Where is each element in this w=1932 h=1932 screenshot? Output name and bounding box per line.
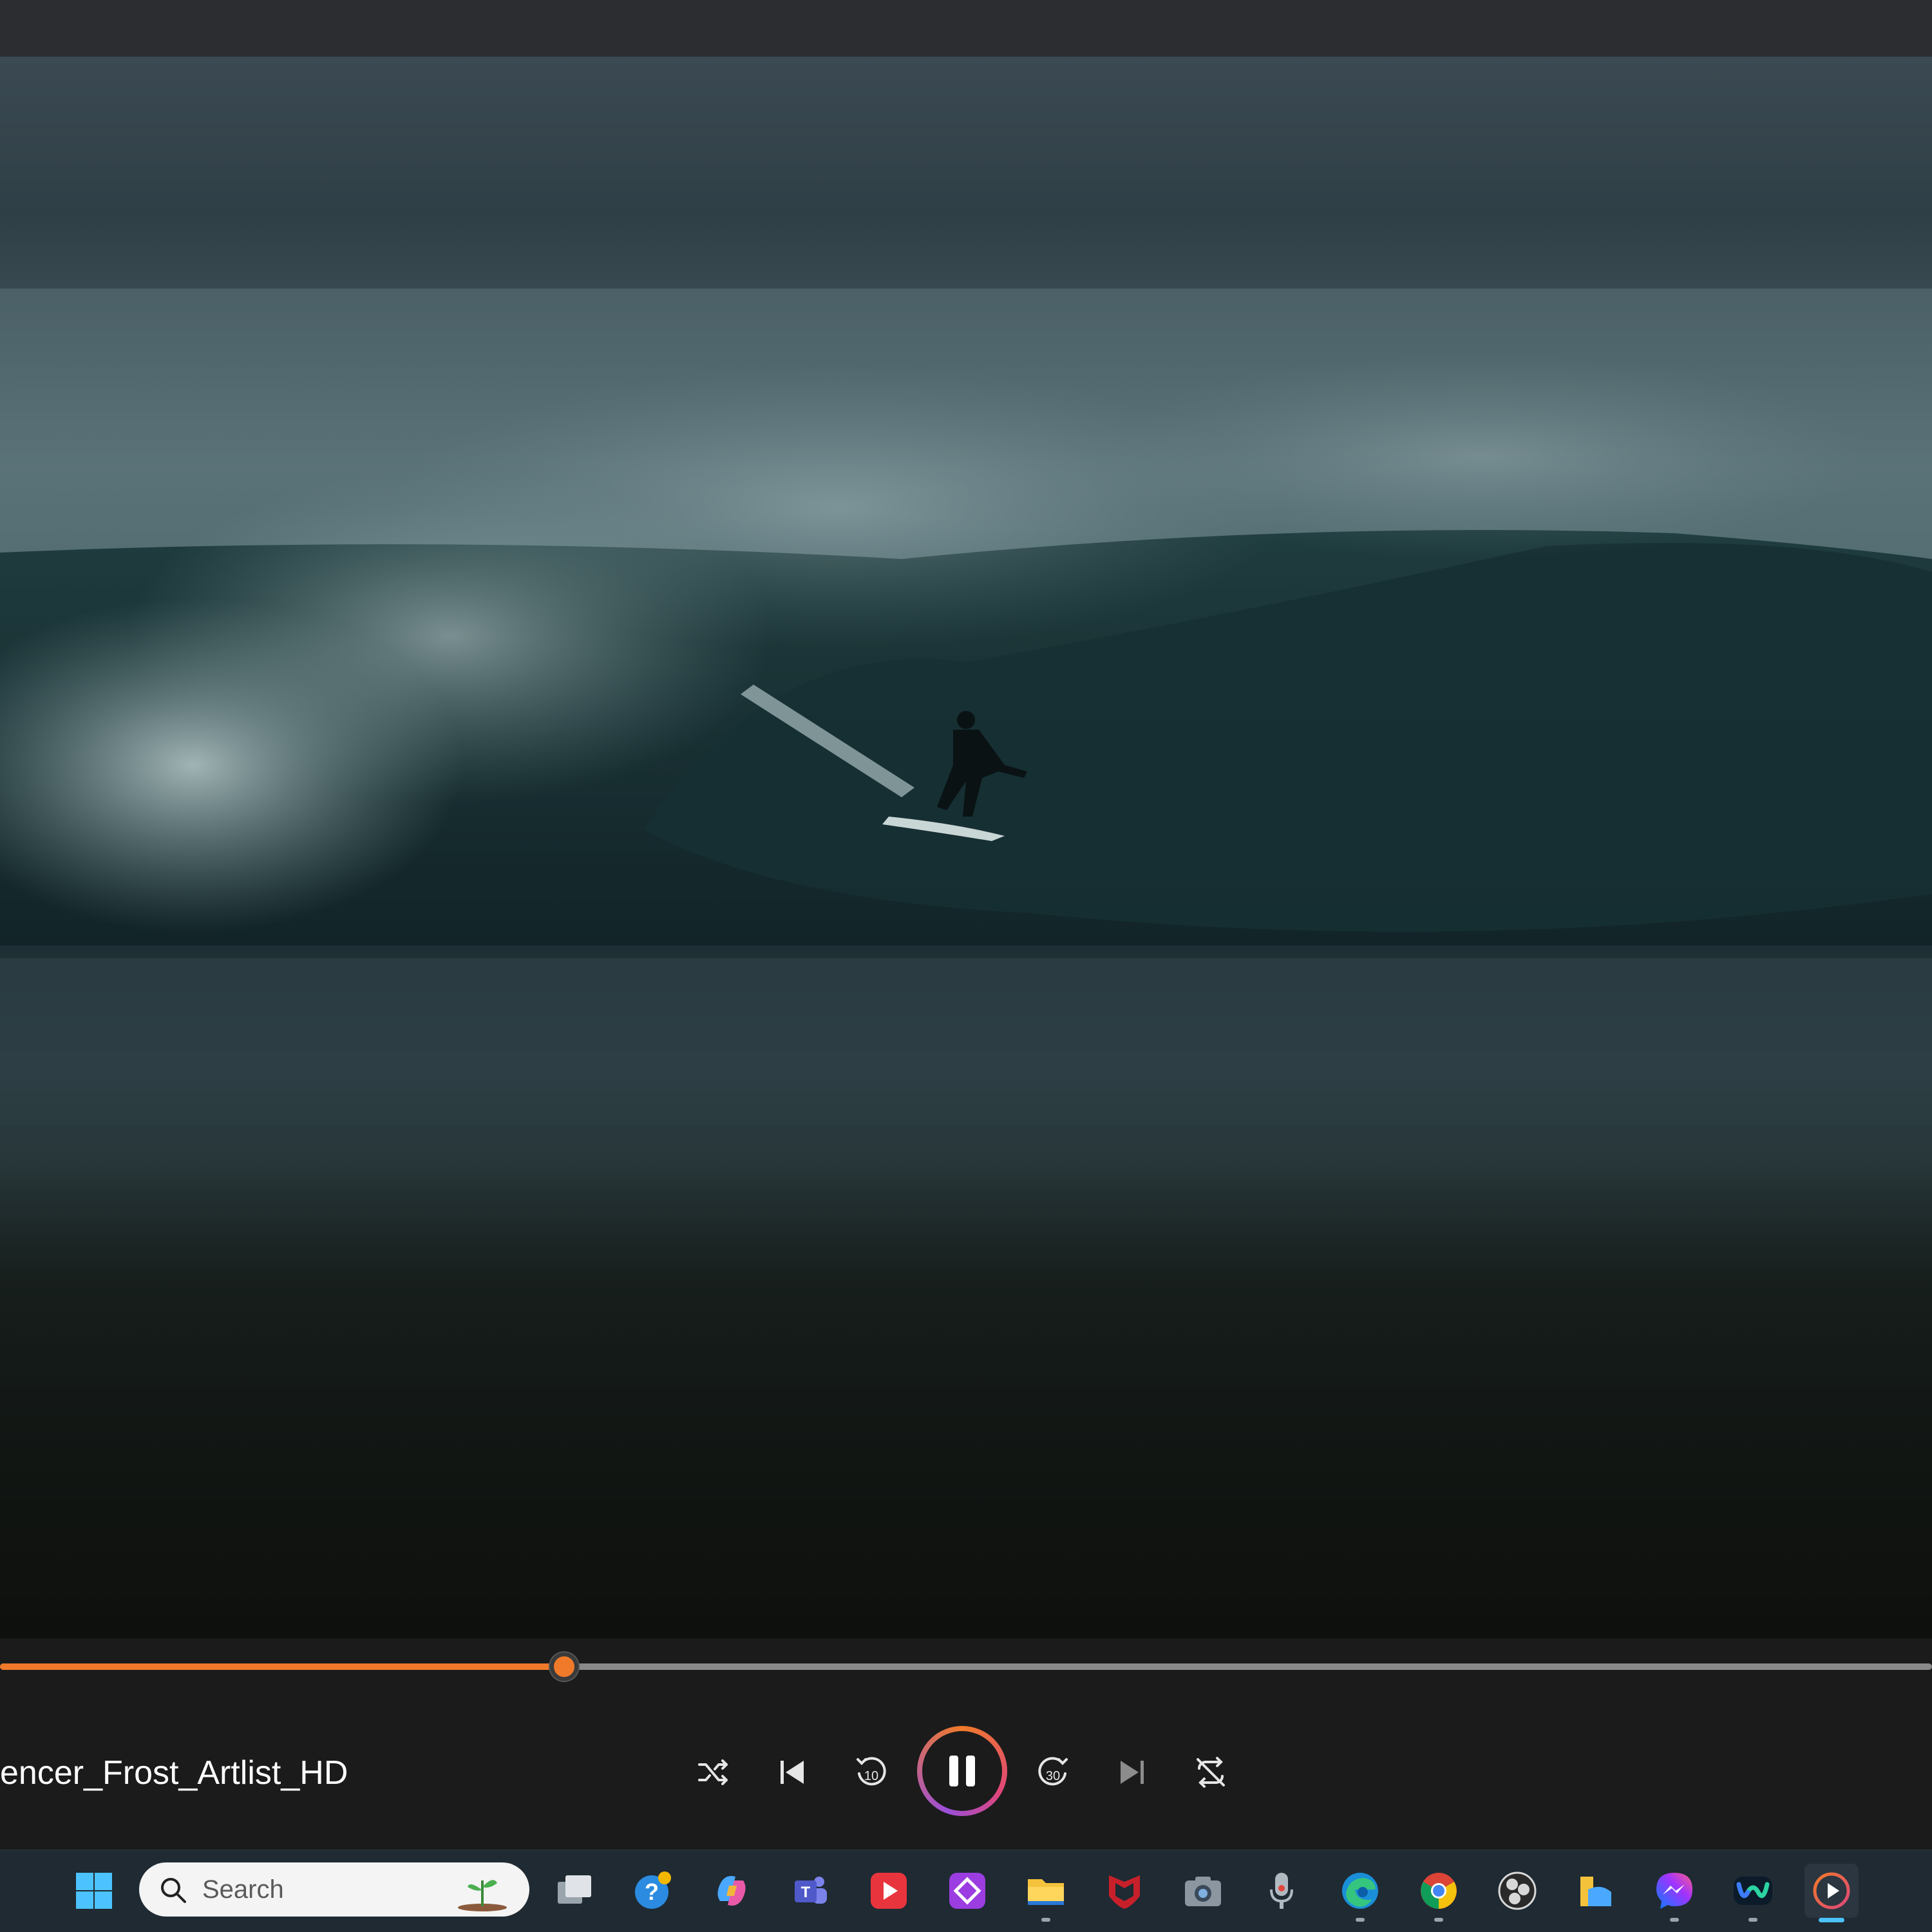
next-icon (1121, 1761, 1144, 1784)
taskbar-search[interactable]: Search (139, 1862, 529, 1917)
messenger-icon (1656, 1873, 1692, 1909)
rewind-label: 10 (864, 1769, 878, 1783)
taskbar-files-alt[interactable] (1569, 1864, 1623, 1918)
chrome-icon (1421, 1873, 1457, 1909)
taskbar-media-red[interactable] (862, 1864, 916, 1918)
forward-30-icon: 30 (1038, 1757, 1068, 1786)
teams-icon: T (795, 1877, 827, 1904)
webex-running-indicator (1748, 1918, 1757, 1922)
shuffle-button[interactable] (688, 1747, 739, 1798)
video-surface[interactable] (0, 57, 1932, 1638)
start-button[interactable] (67, 1864, 121, 1918)
taskbar-teams[interactable]: T (783, 1864, 837, 1918)
plant-highlight-icon (458, 1880, 507, 1911)
forward-button[interactable]: 30 (1028, 1747, 1079, 1798)
taskbar-chrome[interactable] (1412, 1864, 1466, 1918)
previous-icon (781, 1761, 804, 1784)
next-button[interactable] (1106, 1747, 1158, 1798)
taskbar-file-explorer[interactable] (1019, 1864, 1073, 1918)
seek-thumb[interactable] (550, 1653, 578, 1681)
taskbar-mcafee[interactable] (1097, 1864, 1151, 1918)
svg-text:?: ? (645, 1879, 659, 1905)
repeat-off-icon (1197, 1757, 1225, 1788)
taskbar-webex[interactable] (1726, 1864, 1780, 1918)
taskbar-task-view[interactable] (547, 1864, 601, 1918)
obs-icon (1498, 1871, 1537, 1910)
forward-label: 30 (1046, 1769, 1060, 1783)
windows-logo-icon (76, 1873, 112, 1909)
copilot-icon (717, 1876, 746, 1906)
seek-progress (0, 1663, 564, 1670)
purple-diamond-icon (949, 1873, 985, 1909)
pause-icon (922, 1731, 1002, 1811)
rewind-10-icon: 10 (857, 1757, 886, 1786)
files-folder-icon (1580, 1877, 1611, 1906)
chrome-running-indicator (1434, 1918, 1443, 1922)
previous-button[interactable] (766, 1747, 818, 1798)
camera-icon (1185, 1877, 1221, 1906)
video-frame-image (0, 289, 1932, 1638)
search-placeholder: Search (202, 1875, 284, 1904)
play-pause-button[interactable] (917, 1726, 1007, 1816)
play-red-icon (871, 1873, 907, 1909)
taskbar-copilot[interactable] (705, 1864, 759, 1918)
taskbar-obs[interactable] (1490, 1864, 1544, 1918)
taskbar-purple-app[interactable] (940, 1864, 994, 1918)
media-player-active-indicator (1819, 1918, 1844, 1922)
taskbar-voice-recorder[interactable] (1255, 1864, 1309, 1918)
file-explorer-running-indicator (1041, 1918, 1050, 1922)
edge-icon (1342, 1873, 1378, 1909)
repeat-button[interactable] (1185, 1747, 1236, 1798)
mcafee-shield-icon (1109, 1875, 1140, 1909)
help-icon: ? (635, 1871, 671, 1909)
shuffle-icon (698, 1759, 728, 1785)
webex-icon (1734, 1877, 1772, 1905)
taskbar-media-player[interactable] (1804, 1864, 1859, 1918)
track-title: encer_Frost_Artlist_HD (0, 1754, 348, 1792)
microphone-icon (1270, 1873, 1293, 1909)
edge-running-indicator (1356, 1918, 1365, 1922)
task-view-icon (558, 1875, 591, 1904)
window-title-bar (0, 0, 1932, 57)
messenger-running-indicator (1670, 1918, 1679, 1922)
taskbar-get-help[interactable]: ? (626, 1864, 680, 1918)
svg-text:T: T (801, 1884, 811, 1901)
folder-icon (1028, 1879, 1064, 1905)
search-icon (161, 1878, 186, 1903)
taskbar-messenger[interactable] (1647, 1864, 1701, 1918)
rewind-button[interactable]: 10 (845, 1747, 896, 1798)
taskbar-camera[interactable] (1176, 1864, 1230, 1918)
taskbar-edge[interactable] (1333, 1864, 1387, 1918)
media-player-icon (1813, 1872, 1850, 1909)
seek-bar[interactable] (0, 1663, 1932, 1670)
